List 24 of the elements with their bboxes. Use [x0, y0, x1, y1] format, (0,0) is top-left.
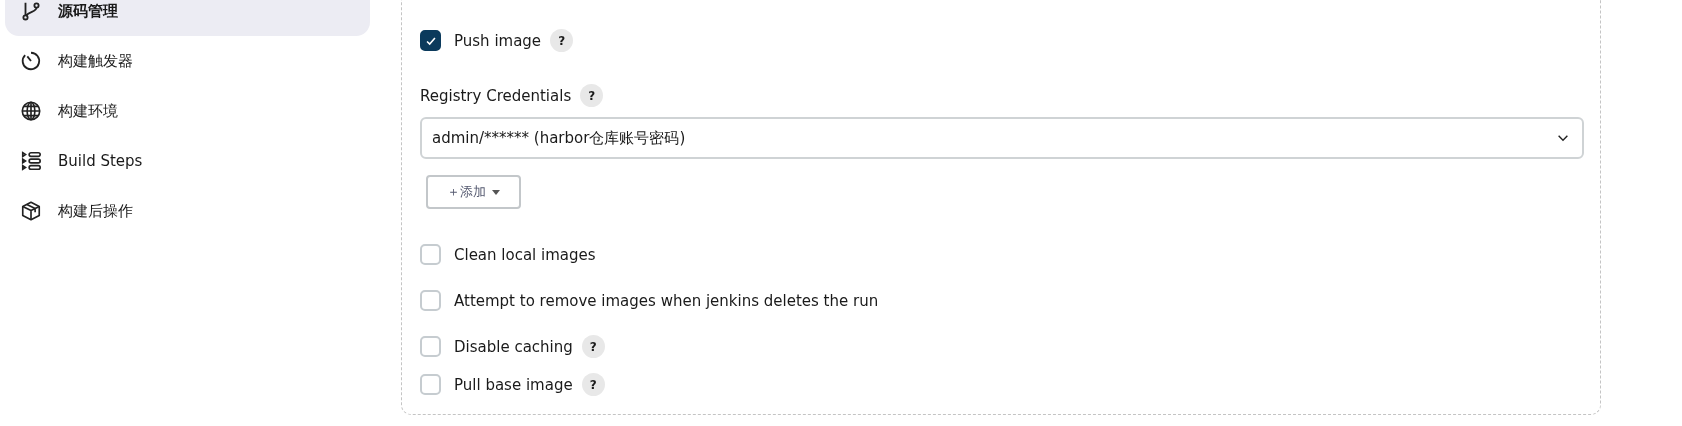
- checkbox-label: Clean local images: [454, 245, 596, 264]
- sidebar-item[interactable]: 构建后操作: [5, 186, 370, 236]
- checkbox-label: Attempt to remove images when jenkins deletes the run: [454, 291, 879, 310]
- sidebar-item[interactable]: 构建环境: [5, 86, 370, 136]
- help-button[interactable]: ?: [581, 335, 605, 358]
- list-icon: [20, 150, 42, 172]
- checkbox-label: Push image: [454, 31, 542, 50]
- timer-icon: [20, 50, 42, 72]
- help-button[interactable]: ?: [581, 373, 605, 396]
- sidebar-item[interactable]: Build Steps: [5, 136, 370, 186]
- sidebar-item[interactable]: 源码管理: [5, 0, 370, 36]
- help-button[interactable]: ?: [580, 84, 604, 107]
- checkbox-label: Disable caching: [454, 337, 573, 356]
- help-button[interactable]: ?: [550, 29, 574, 52]
- globe-icon: [20, 100, 42, 122]
- branch-icon: [20, 0, 42, 22]
- field-label: Registry Credentials: [420, 86, 572, 105]
- checkbox[interactable]: [420, 30, 441, 51]
- caret-icon: [492, 189, 500, 195]
- add-button[interactable]: ＋添加: [426, 175, 521, 209]
- credentials-select[interactable]: admin/****** (harbor仓库账号密码): [420, 117, 1584, 159]
- sidebar-item[interactable]: 构建触发器: [5, 36, 370, 86]
- checkbox-label: Pull base image: [454, 375, 573, 394]
- package-icon: [20, 200, 42, 222]
